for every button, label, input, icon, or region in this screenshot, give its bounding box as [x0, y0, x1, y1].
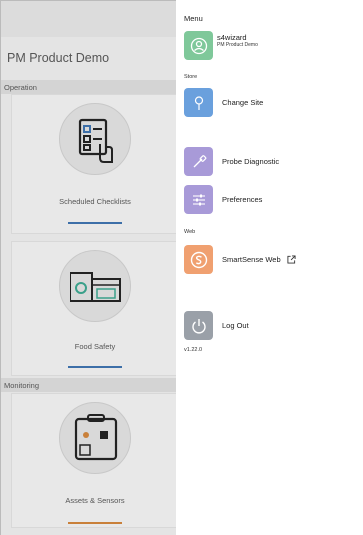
power-icon	[184, 311, 213, 340]
card-accent-bar	[68, 222, 122, 224]
sensor-device-icon	[59, 402, 131, 474]
section-monitoring: Monitoring	[1, 378, 176, 392]
menu-header: Menu	[184, 14, 203, 23]
probe-diagnostic-label: Probe Diagnostic	[222, 157, 280, 166]
smartsense-web-item[interactable]: SmartSense Web	[184, 245, 296, 274]
card-accent-bar	[68, 366, 122, 368]
card-accent-bar	[68, 522, 122, 524]
smartsense-logo-icon	[184, 245, 213, 274]
change-site-item[interactable]: Change Site	[184, 88, 263, 117]
sliders-icon	[184, 185, 213, 214]
card-label: Food Safety	[74, 342, 116, 351]
food-safety-card[interactable]: Food Safety	[11, 241, 176, 376]
checklist-icon	[59, 103, 131, 175]
background-app: PM Product Demo Operation Scheduled Chec…	[0, 0, 176, 535]
preferences-item[interactable]: Preferences	[184, 185, 262, 214]
map-pin-icon	[184, 88, 213, 117]
store-section-label: Store	[184, 74, 198, 80]
smartsense-web-label: SmartSense Web	[222, 255, 281, 264]
probe-diagnostic-item[interactable]: Probe Diagnostic	[184, 147, 279, 176]
food-safety-icon	[59, 250, 131, 322]
app-title: PM Product Demo	[7, 51, 110, 65]
user-org: PM Product Demo	[217, 42, 258, 48]
preferences-label: Preferences	[222, 195, 263, 204]
log-out-label: Log Out	[222, 321, 249, 330]
navigation-drawer: Menu s4wizard PM Product Demo Store Chan…	[176, 0, 363, 535]
card-label: Scheduled Checklists	[59, 197, 131, 206]
probe-icon	[184, 147, 213, 176]
app-top-bar	[1, 1, 176, 37]
user-icon	[184, 31, 213, 60]
user-name: s4wizard	[217, 33, 247, 42]
assets-sensors-card[interactable]: Assets & Sensors	[11, 393, 176, 528]
user-profile-item[interactable]	[184, 31, 213, 60]
app-version: v1.22.0	[184, 347, 203, 353]
web-section-label: Web	[184, 229, 196, 235]
log-out-item[interactable]: Log Out	[184, 311, 249, 340]
change-site-label: Change Site	[222, 98, 264, 107]
card-label: Assets & Sensors	[65, 496, 125, 505]
scheduled-checklists-card[interactable]: Scheduled Checklists	[11, 94, 176, 234]
section-operation: Operation	[1, 80, 176, 94]
external-link-icon	[287, 255, 296, 264]
